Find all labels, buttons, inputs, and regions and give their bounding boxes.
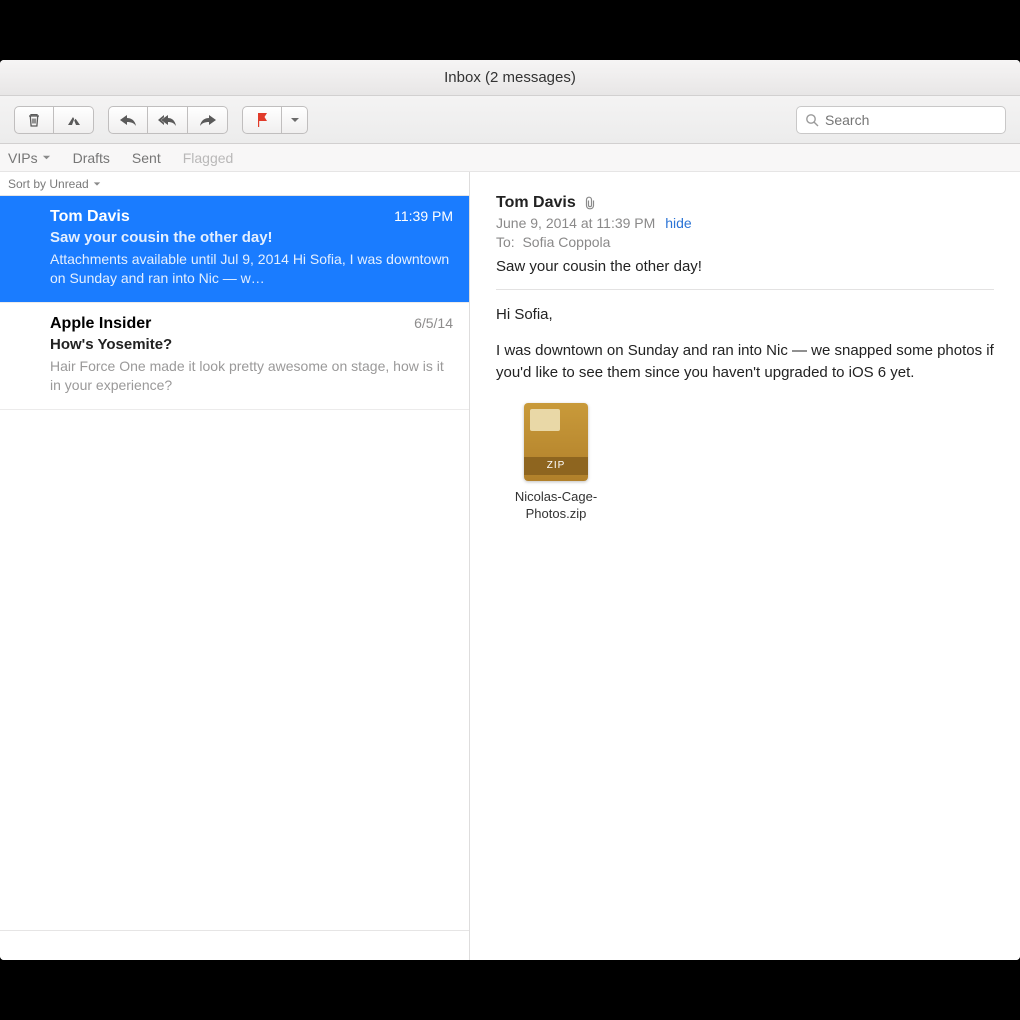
- message-date: 6/5/14: [414, 315, 453, 331]
- zip-file-icon: [524, 403, 588, 481]
- search-input[interactable]: [825, 112, 1006, 128]
- favorites-label: Sent: [132, 150, 161, 166]
- reply-all-button[interactable]: [148, 106, 188, 134]
- paperclip-icon: [584, 196, 596, 210]
- titlebar: Inbox (2 messages): [0, 60, 1020, 96]
- delete-junk-group: [14, 106, 94, 134]
- flag-group: [242, 106, 308, 134]
- message-reader: Tom Davis June 9, 2014 at 11:39 PM hide …: [470, 172, 1020, 960]
- favorites-item-drafts[interactable]: Drafts: [73, 150, 110, 166]
- list-empty-space: [0, 410, 469, 930]
- message-cell[interactable]: Apple Insider 6/5/14 How's Yosemite? Hai…: [0, 303, 469, 410]
- message-date: 11:39 PM: [394, 208, 453, 224]
- message-preview: Hair Force One made it look pretty aweso…: [50, 357, 453, 395]
- letterbox-top: [0, 0, 1020, 60]
- message-preview: Attachments available until Jul 9, 2014 …: [50, 250, 453, 288]
- reader-to-label: To:: [496, 234, 515, 250]
- search-field-container[interactable]: [796, 106, 1006, 134]
- forward-button[interactable]: [188, 106, 228, 134]
- attachment-filename: Nicolas-Cage-Photos.zip: [496, 489, 616, 522]
- screen-frame: Inbox (2 messages): [0, 0, 1020, 1020]
- junk-button[interactable]: [54, 106, 94, 134]
- flag-button[interactable]: [242, 106, 282, 134]
- body-greeting: Hi Sofia,: [496, 304, 994, 326]
- toolbar: [0, 96, 1020, 144]
- message-sender: Apple Insider: [50, 315, 151, 333]
- reply-button[interactable]: [108, 106, 148, 134]
- message-subject: How's Yosemite?: [50, 336, 453, 353]
- delete-button[interactable]: [14, 106, 54, 134]
- content-split: Sort by Unread Tom Davis 11:39 PM Saw yo…: [0, 172, 1020, 960]
- letterbox-bottom: [0, 960, 1020, 1020]
- favorites-label: Drafts: [73, 150, 110, 166]
- message-list: Sort by Unread Tom Davis 11:39 PM Saw yo…: [0, 172, 470, 960]
- message-cell[interactable]: Tom Davis 11:39 PM Saw your cousin the o…: [0, 196, 469, 303]
- favorites-label: Flagged: [183, 150, 234, 166]
- chevron-down-icon: [42, 153, 51, 162]
- message-subject: Saw your cousin the other day!: [50, 229, 453, 246]
- header-divider: [496, 289, 994, 290]
- mail-window: Inbox (2 messages): [0, 60, 1020, 960]
- favorites-bar: VIPs Drafts Sent Flagged: [0, 144, 1020, 172]
- sort-row[interactable]: Sort by Unread: [0, 172, 469, 196]
- favorites-item-sent[interactable]: Sent: [132, 150, 161, 166]
- message-sender: Tom Davis: [50, 208, 130, 226]
- search-icon: [805, 113, 819, 127]
- chevron-down-icon: [93, 180, 101, 188]
- flag-menu-button[interactable]: [282, 106, 308, 134]
- body-paragraph: I was downtown on Sunday and ran into Ni…: [496, 340, 994, 384]
- favorites-item-flagged[interactable]: Flagged: [183, 150, 234, 166]
- window-title: Inbox (2 messages): [444, 69, 576, 86]
- reader-to-name: Sofia Coppola: [522, 234, 610, 250]
- reader-subject: Saw your cousin the other day!: [496, 258, 994, 275]
- message-body: Hi Sofia, I was downtown on Sunday and r…: [496, 304, 994, 522]
- reader-header: Tom Davis June 9, 2014 at 11:39 PM hide …: [496, 194, 994, 275]
- list-footer: [0, 930, 469, 960]
- reader-datetime: June 9, 2014 at 11:39 PM: [496, 215, 655, 231]
- reader-from: Tom Davis: [496, 194, 576, 212]
- favorites-label: VIPs: [8, 150, 38, 166]
- hide-details-link[interactable]: hide: [665, 215, 691, 231]
- favorites-item-vips[interactable]: VIPs: [8, 150, 51, 166]
- sort-label: Sort by Unread: [8, 177, 89, 191]
- reply-forward-group: [108, 106, 228, 134]
- attachment[interactable]: Nicolas-Cage-Photos.zip: [496, 403, 616, 522]
